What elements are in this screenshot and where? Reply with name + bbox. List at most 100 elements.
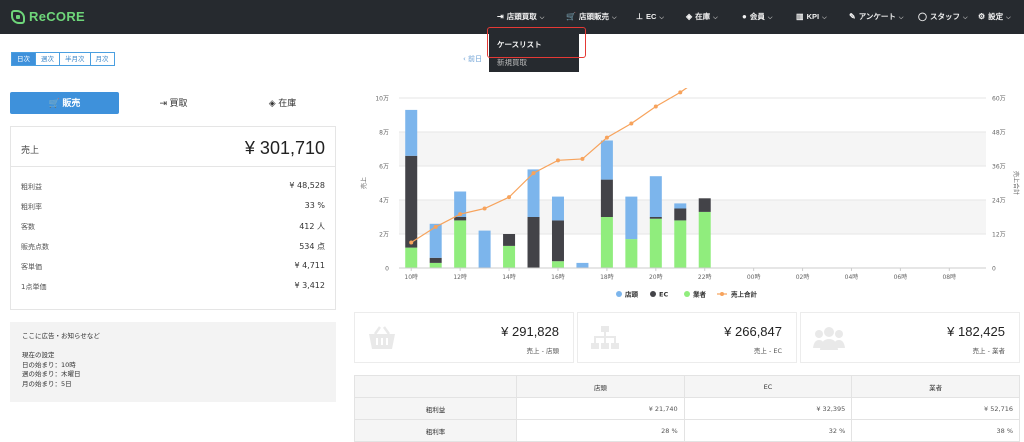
tab-purchase[interactable]: ⇥ 買取 <box>119 92 228 114</box>
line-point <box>531 171 536 176</box>
table-row: 粗利率 28 % 32 % 38 % <box>354 419 1020 442</box>
bar-EC <box>527 217 540 268</box>
y2-axis-label: 売上合計 <box>1012 171 1020 195</box>
x-tick-label: 08時 <box>942 273 956 281</box>
tab-inventory[interactable]: ◈ 在庫 <box>228 92 337 114</box>
nav-kpi[interactable]: ▥ KPI ⌵ <box>796 0 827 34</box>
y-axis-label: 売上 <box>360 177 368 189</box>
y-tick-label: 8万 <box>379 130 389 137</box>
y-tick-label: 0 <box>385 266 389 273</box>
bar-店頭 <box>649 176 662 217</box>
chevron-down-icon: ⌵ <box>539 15 545 21</box>
cubes-icon: ◈ <box>686 12 693 21</box>
basket-icon <box>369 326 395 349</box>
prev-day-link[interactable]: ‹ 前日 <box>463 54 482 64</box>
bar-店頭 <box>625 196 638 240</box>
bar-業者 <box>503 245 516 268</box>
sign-in-icon: ⇥ <box>497 12 504 21</box>
nav-staff[interactable]: ◯ スタッフ ⌵ <box>918 0 968 34</box>
sign-in-icon: ⇥ <box>159 98 170 108</box>
bar-EC <box>674 208 687 221</box>
period-monthly-button[interactable]: 月次 <box>89 52 115 66</box>
chevron-down-icon: ⌵ <box>767 15 773 21</box>
kpi-sales-value: ¥ 301,710 <box>244 138 325 158</box>
nav-survey[interactable]: ✎ アンケート ⌵ <box>849 0 903 34</box>
person-icon: ◯ <box>918 12 927 21</box>
logo[interactable]: ReCORE <box>11 9 85 24</box>
tab-sales[interactable]: 🛒 販売 <box>10 92 119 114</box>
line-point <box>433 224 438 229</box>
y-tick-label: 6万 <box>379 164 389 171</box>
y2-tick-label: 36万 <box>992 164 1006 171</box>
hourly-sales-chart: 0 02万 12万4万 24万6万 36万8万 48万10万 60万売上 売上合計10時 12時… <box>360 88 1020 299</box>
bar-業者 <box>600 217 613 268</box>
sitemap-icon <box>591 326 619 349</box>
bar-chart-icon: ▥ <box>796 12 804 21</box>
margin-table: 店頭 EC 業者 粗利益 ¥ 21,740 ¥ 32,395 ¥ 52,716 … <box>354 375 1020 442</box>
bar-店頭 <box>600 140 613 180</box>
kpi-sales: 売上 ¥ 301,710 <box>11 127 335 167</box>
kpi-row: 販売点数 534 点 <box>21 242 325 251</box>
line-point <box>678 90 683 95</box>
kpi-row: 1点単価 ¥ 3,412 <box>21 281 325 291</box>
bar-業者 <box>454 220 467 268</box>
kpi-row: 客数 412 人 <box>21 222 325 231</box>
edit-icon: ✎ <box>849 12 856 21</box>
legend-label: EC <box>659 291 668 299</box>
cart-icon: 🛒 <box>566 12 576 21</box>
nav-settings[interactable]: ⚙ 設定 ⌵ <box>978 0 1011 34</box>
users-icon <box>813 327 845 350</box>
bar-EC <box>551 220 564 262</box>
x-tick-label: 18時 <box>600 273 614 281</box>
bar-EC <box>405 155 418 248</box>
grid-band <box>399 200 986 234</box>
y2-tick-label: 60万 <box>992 96 1006 103</box>
period-weekly-button[interactable]: 週次 <box>35 52 60 66</box>
card-store-sales: ¥ 291,828 売上 - 店頭 <box>354 312 574 363</box>
line-point <box>604 135 609 140</box>
bar-店頭 <box>478 230 491 268</box>
bar-EC <box>649 217 662 219</box>
chevron-down-icon: ⌵ <box>611 15 617 21</box>
nav-inventory[interactable]: ◈ 在庫 ⌵ <box>686 0 718 34</box>
y-tick-label: 4万 <box>379 198 389 205</box>
legend-label: 店頭 <box>625 290 639 299</box>
period-halfmonth-button[interactable]: 半月次 <box>59 52 91 66</box>
line-point <box>555 158 560 163</box>
card-ec-sales: ¥ 266,847 売上 - EC <box>577 312 797 363</box>
bar-EC <box>454 217 467 221</box>
line-point <box>482 206 487 211</box>
user-icon: ● <box>742 12 747 21</box>
y-tick-label: 10万 <box>375 96 389 103</box>
bar-業者 <box>674 220 687 268</box>
kpi-panel: 売上 ¥ 301,710 粗利益 ¥ 48,528 粗利率 33 % 客数 412 人… <box>10 126 336 310</box>
bar-店頭 <box>551 196 564 221</box>
logo-icon <box>11 9 25 24</box>
legend-label: 業者 <box>692 290 707 299</box>
legend-marker <box>650 291 656 297</box>
period-daily-button[interactable]: 日次 <box>11 52 36 66</box>
nav-members[interactable]: ● 会員 ⌵ <box>742 0 772 34</box>
line-point <box>653 104 658 109</box>
kpi-row: 粗利率 33 % <box>21 201 325 211</box>
legend-marker <box>720 292 724 296</box>
nav-ec[interactable]: ⊥ EC ⌵ <box>636 0 664 34</box>
bar-EC <box>503 234 516 246</box>
x-tick-label: 22時 <box>698 273 712 281</box>
dropdown-item-new-purchase[interactable]: 新規買取 <box>497 57 527 68</box>
card-vendor-sales: ¥ 182,425 売上 - 業者 <box>800 312 1020 363</box>
bar-業者 <box>649 218 662 268</box>
chevron-down-icon: ⌵ <box>659 15 664 21</box>
line-point <box>629 121 634 126</box>
x-tick-label: 06時 <box>894 273 908 281</box>
x-tick-label: 00時 <box>747 273 761 281</box>
chevron-down-icon: ⌵ <box>1006 15 1011 21</box>
legend-label: 売上合計 <box>731 290 758 299</box>
y-tick-label: 2万 <box>379 232 389 239</box>
bar-業者 <box>551 261 564 268</box>
bar-EC <box>600 179 613 217</box>
period-selector: 日次 週次 半月次 月次 <box>11 52 115 66</box>
x-tick-label: 04時 <box>845 273 859 281</box>
x-tick-label: 10時 <box>404 273 418 281</box>
bar-業者 <box>429 262 442 268</box>
